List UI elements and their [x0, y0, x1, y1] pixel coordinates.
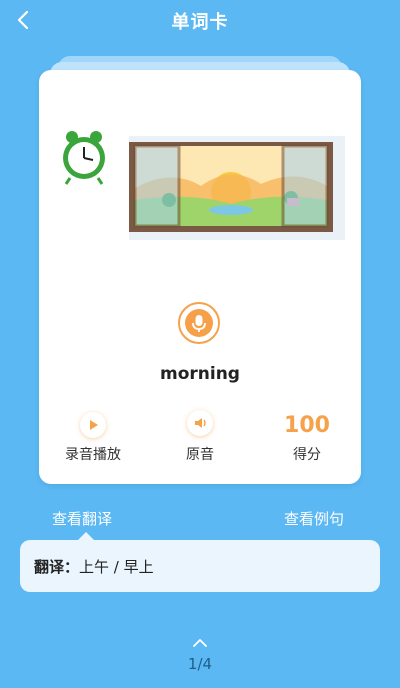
record-play-label: 录音播放 [65, 447, 121, 463]
tab-example[interactable]: 查看例句 [284, 508, 344, 529]
play-icon [90, 420, 98, 430]
header: 单词卡 [0, 0, 400, 44]
record-play-action[interactable]: 录音播放 [43, 410, 143, 464]
record-button[interactable] [178, 302, 220, 344]
card-actions: 录音播放 原音 100 得分 [39, 410, 361, 470]
translation-panel: 翻译：上午 / 早上 [20, 540, 380, 592]
tab-translation[interactable]: 查看翻译 [52, 508, 112, 529]
page-title: 单词卡 [171, 12, 229, 33]
page-indicator: 1/4 [187, 655, 213, 673]
view-tabs: 查看翻译 查看例句 [0, 508, 400, 532]
translation-text: 上午 / 早上 [79, 558, 154, 576]
chevron-up-icon[interactable] [192, 638, 208, 648]
microphone-icon [192, 315, 206, 332]
word-card: morning 录音播放 原音 100 得分 [39, 70, 361, 484]
original-audio-button[interactable] [187, 410, 213, 436]
score-value: 100 [284, 413, 330, 438]
original-audio-label: 原音 [186, 447, 214, 463]
word-text: morning [160, 364, 240, 384]
score-label: 得分 [293, 447, 321, 463]
morning-illustration [55, 129, 345, 240]
speaker-icon [195, 418, 206, 428]
original-audio-action[interactable]: 原音 [150, 410, 250, 464]
play-button[interactable] [80, 412, 106, 438]
score-display: 100 得分 [257, 410, 357, 464]
translation-pointer [78, 532, 94, 540]
translation-label: 翻译： [34, 558, 80, 576]
clock-icon [55, 129, 111, 185]
